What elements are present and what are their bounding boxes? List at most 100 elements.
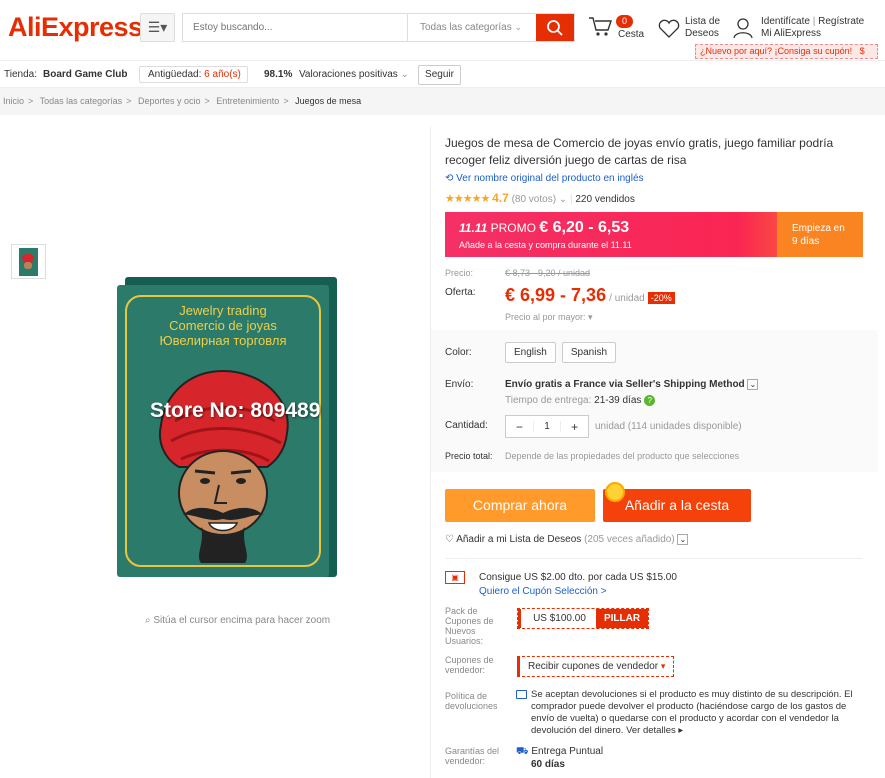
delivery-time: Tiempo de entrega: 21-39 días ? [505,395,656,406]
cart-label: Cesta [618,29,645,40]
returns-policy-label: Política de devoluciones [445,691,498,711]
search-category-select[interactable]: Todas las categorías ⌄ [407,14,536,41]
card-text-russian: Ювелирная торговля [159,333,287,348]
breadcrumb-item[interactable]: Entretenimiento [216,96,279,106]
wholesale-price-toggle[interactable]: Precio al por mayor: ▾ [505,312,593,323]
color-label: Color: [445,347,472,358]
star-rating-icon: ★★★★★ [445,193,490,205]
breadcrumb-item[interactable]: Deportes y ocio [138,96,201,106]
search-bar: Todas las categorías ⌄ [182,13,575,42]
card-text-spanish: Comercio de joyas [169,318,277,333]
cursor-highlight-icon [605,482,625,502]
chevron-down-icon: ⌄ [747,379,759,390]
rating-value: 4.7 [492,191,509,205]
add-to-wishlist-link[interactable]: ♡ Añadir a mi Lista de Deseos (205 veces… [445,534,689,545]
magnifier-icon: ⌕ [145,615,151,626]
breadcrumb-item[interactable]: Inicio [3,96,24,106]
quantity-available: unidad (114 unidades disponible) [595,421,742,432]
selection-coupon-text: Consigue US $2.00 dto. por cada US $15.0… [479,572,677,583]
help-icon[interactable]: ? [644,395,656,406]
divider [445,558,863,559]
cart-link[interactable]: 0 Cesta [588,14,648,44]
quantity-label: Cantidad: [445,420,488,431]
breadcrumb: Inicio > Todas las categorías > Deportes y… [0,88,885,115]
claim-coupon-button[interactable]: PILLAR [596,609,648,628]
promo-tag: 11.11 [459,221,488,235]
breadcrumb-item-current: Juegos de mesa [295,96,362,106]
positive-feedback-label[interactable]: Valoraciones positivas ⌄ [299,69,409,80]
promo-banner: 11.11 PROMO € 6,20 - 6,53 Añade a la ces… [445,212,863,257]
vendor-coupon-button[interactable]: Recibir cupones de vendedor ▾ [517,656,674,677]
wishlist-label-line2: Deseos [685,28,719,39]
color-options: English Spanish [505,342,617,363]
truck-icon: ⛟ [516,746,529,757]
store-label: Tienda: [4,69,37,80]
original-price: € 8,73 - 9,20 / unidad [505,268,591,278]
account-area: Identifícate | Regístrate Mi AliExpress [733,16,883,42]
aliexpress-logo[interactable]: AliExpress™ [8,12,152,43]
color-option-spanish[interactable]: Spanish [561,342,617,363]
promo-word: PROMO [490,221,536,235]
new-user-coupon-label: Pack de Cupones de Nuevos Usuarios: [445,606,494,646]
new-user-coupon-tip[interactable]: ¿Nuevo por aquí? ¡Consiga su cupón! $ [695,44,878,59]
search-icon [547,19,563,36]
selection-coupon-link[interactable]: Quiero el Cupón Selección > [479,586,607,597]
follow-store-button[interactable]: Seguir [418,65,461,85]
search-input[interactable] [183,14,407,41]
store-watermark: Store No: 809489 [150,399,321,422]
chevron-down-icon: ▾ [660,661,666,671]
offer-label: Oferta: [445,287,476,298]
heart-icon: ♡ [445,534,454,545]
rating-row: ★★★★★ 4.7 (80 votos) ⌄ | 220 vendidos [445,191,635,205]
price-label: Precio: [445,268,474,278]
sold-count: 220 vendidos [575,194,635,205]
cart-icon [589,17,612,36]
signin-link[interactable]: Identifícate [761,16,810,27]
card-text-english: Jewelry trading [179,303,267,318]
store-bar: Tienda: Board Game Club Antigüedad: 6 añ… [0,60,885,88]
heart-icon [658,19,680,38]
offer-price: € 6,99 - 7,36 [505,285,607,305]
cart-count-badge: 0 [616,15,634,28]
shipping-label: Envío: [445,379,474,390]
total-value: Depende de las propiedades del producto … [505,451,740,461]
categories-menu-button[interactable]: ☰▾ [140,13,175,42]
total-label: Precio total: [445,451,493,461]
product-title: Juegos de mesa de Comercio de joyas enví… [445,136,834,167]
my-aliexpress-link[interactable]: Mi AliExpress [761,28,821,40]
vendor-coupon-label: Cupones de vendedor: [445,655,494,675]
product-thumbnail[interactable] [11,244,46,279]
product-main-image[interactable]: Jewelry trading Comercio de joyas Ювелир… [117,277,337,577]
quantity-stepper: − 1 + [505,415,589,438]
quantity-input[interactable]: 1 [532,421,562,432]
site-header: AliExpress™ ☰▾ Todas las categorías ⌄ 0 … [0,0,885,60]
user-icon [733,18,753,39]
seller-guarantee-label: Garantías del vendedor: [445,746,500,766]
jeweler-illustration [159,369,289,563]
store-name-link[interactable]: Board Game Club [43,69,127,80]
zoom-hint: ⌕ Sitúa el cursor encima para hacer zoom [145,615,331,626]
promo-price: € 6,20 - 6,53 [539,219,630,236]
discount-badge: -20% [647,292,675,304]
add-to-cart-button[interactable]: Añadir a la cesta [603,489,751,522]
wishlist-link[interactable]: Lista de Deseos [657,16,722,42]
register-link[interactable]: Regístrate [818,16,864,27]
promo-subtitle: Añade a la cesta y compra durante el 11.… [459,240,632,250]
translate-icon: ⟲ [445,173,454,184]
quantity-decrease-button[interactable]: − [506,420,533,434]
offer-unit: / unidad [609,293,645,304]
returns-details-link[interactable]: Ver detalles [626,725,676,736]
chevron-down-icon: ⌄ [677,534,689,545]
buy-now-button[interactable]: Comprar ahora [445,489,595,522]
shipping-method-select[interactable]: Envío gratis a France via Seller's Shipp… [505,379,759,390]
guarantee-days: 60 días [531,759,565,770]
promo-countdown: Empieza en 9 días [777,212,863,257]
column-divider [430,127,431,778]
breadcrumb-item[interactable]: Todas las categorías [40,96,123,106]
votes-link[interactable]: (80 votos) [512,194,556,205]
quantity-increase-button[interactable]: + [561,420,588,434]
offer-price-row: € 6,99 - 7,36 / unidad -20% [505,285,675,306]
color-option-english[interactable]: English [505,342,556,363]
search-button[interactable] [536,14,574,41]
translate-link[interactable]: ⟲ Ver nombre original del producto en in… [445,173,644,184]
